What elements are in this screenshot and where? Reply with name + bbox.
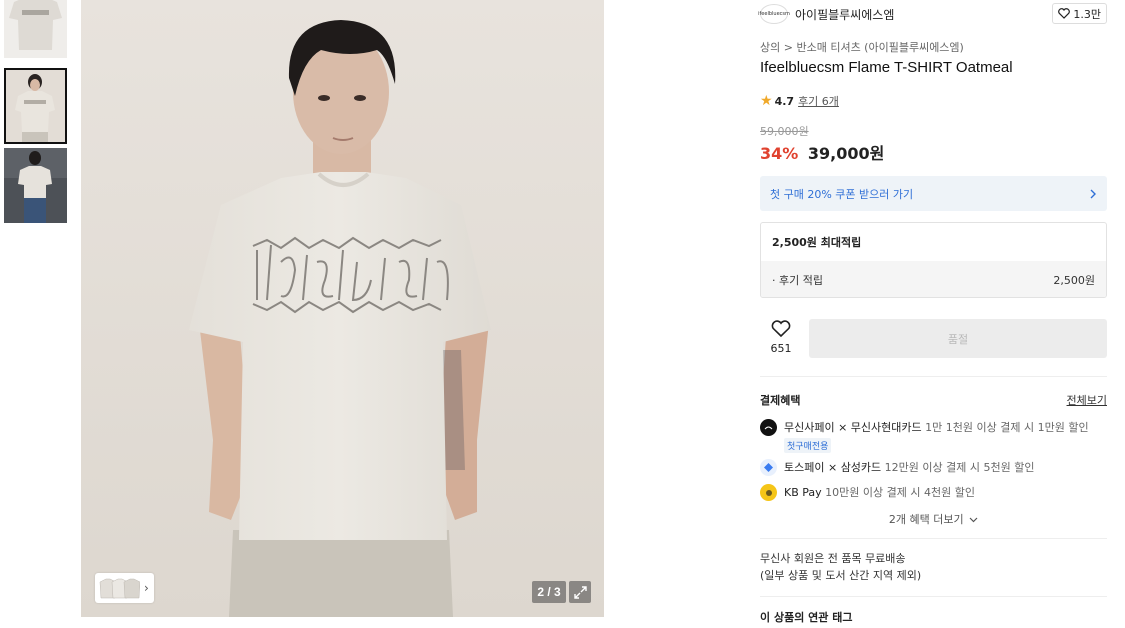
divider bbox=[760, 538, 1107, 539]
related-tags-title: 이 상품의 연관 태그 bbox=[760, 611, 853, 624]
thumbnail-3[interactable] bbox=[4, 148, 67, 223]
payment-benefits-header: 결제혜택 전체보기 bbox=[760, 392, 1107, 408]
model-outdoor-image bbox=[4, 148, 67, 223]
coupon-label: 첫 구매 20% 쿠폰 받으러 가기 bbox=[770, 187, 914, 201]
divider bbox=[760, 376, 1107, 377]
brand-like-button[interactable]: 1.3만 bbox=[1052, 3, 1107, 24]
brand-like-count: 1.3만 bbox=[1073, 7, 1101, 21]
rating-row: ★ 4.7 후기 6개 bbox=[760, 93, 839, 109]
heart-icon bbox=[771, 320, 791, 338]
tshirt-flat-image bbox=[4, 0, 67, 58]
brand-logo[interactable]: ifeelbluecsm bbox=[758, 4, 790, 24]
thumbnail-1[interactable] bbox=[4, 0, 67, 58]
wishlist-button[interactable]: 651 bbox=[760, 320, 802, 358]
chevron-down-icon bbox=[969, 517, 978, 523]
benefit-desc: 12만원 이상 결제 시 5천원 할인 bbox=[884, 461, 1035, 474]
expand-button[interactable] bbox=[569, 581, 591, 603]
benefit-desc: 10만원 이상 결제 시 4천원 할인 bbox=[825, 486, 975, 499]
sold-out-button[interactable]: 품절 bbox=[809, 319, 1107, 358]
reviews-link[interactable]: 후기 6개 bbox=[798, 93, 839, 109]
benefit-item: KB Pay 10만원 이상 결제 시 4천원 할인 bbox=[760, 484, 975, 501]
thumbnail-2-selected[interactable] bbox=[4, 68, 67, 144]
heart-icon bbox=[1058, 8, 1071, 19]
model-photo bbox=[81, 0, 604, 617]
breadcrumb-subcategory[interactable]: 반소매 티셔츠 (아이필블루씨에스엠) bbox=[796, 41, 963, 54]
rating-score: 4.7 bbox=[774, 94, 795, 108]
expand-icon bbox=[573, 585, 587, 599]
chevron-right-icon bbox=[1090, 189, 1096, 198]
gallery-mini-thumbnail[interactable]: › bbox=[95, 573, 154, 603]
toss-pay-icon bbox=[760, 459, 777, 476]
see-all-link[interactable]: 전체보기 bbox=[1067, 392, 1107, 408]
image-counter: 2 / 3 bbox=[532, 581, 566, 603]
payment-benefits-title: 결제혜택 bbox=[760, 394, 801, 407]
discount-rate: 34% bbox=[760, 144, 799, 163]
coupon-banner[interactable]: 첫 구매 20% 쿠폰 받으러 가기 bbox=[760, 176, 1107, 211]
points-review-value: 2,500원 bbox=[1053, 273, 1095, 287]
points-review-label: · 후기 적립 bbox=[772, 273, 823, 287]
shipping-line-1: 무신사 회원은 전 품목 무료배송 bbox=[760, 552, 906, 565]
benefit-brand: KB Pay bbox=[784, 486, 822, 499]
more-benefits-label: 2개 혜택 더보기 bbox=[888, 513, 964, 526]
benefit-item: 토스페이 × 삼성카드 12만원 이상 결제 시 5천원 할인 bbox=[760, 459, 1034, 476]
kb-pay-icon bbox=[760, 484, 777, 501]
model-front-image bbox=[6, 70, 65, 142]
benefit-brand: 무신사페이 × 무신사현대카드 bbox=[784, 421, 922, 434]
brand-name[interactable]: 아이필블루씨에스엠 bbox=[795, 6, 894, 23]
price-row: 34% 39,000원 bbox=[760, 140, 884, 164]
main-product-image[interactable]: › 2 / 3 bbox=[81, 0, 604, 617]
more-benefits-button[interactable]: 2개 혜택 더보기 bbox=[760, 511, 1107, 527]
shipping-line-2: (일부 상품 및 도서 산간 지역 제외) bbox=[760, 569, 922, 582]
chevron-right-icon: › bbox=[144, 581, 149, 595]
breadcrumb-category[interactable]: 상의 bbox=[760, 41, 780, 54]
original-price: 59,000원 bbox=[760, 125, 809, 138]
points-max: 2,500원 최대적립 bbox=[772, 236, 862, 249]
divider bbox=[760, 596, 1107, 597]
points-box: 2,500원 최대적립 · 후기 적립 2,500원 bbox=[760, 222, 1107, 298]
benefit-brand: 토스페이 × 삼성카드 bbox=[784, 461, 882, 474]
musinsa-pay-icon bbox=[760, 419, 777, 436]
breadcrumb-separator: > bbox=[783, 41, 793, 54]
tshirt-variants-icon bbox=[99, 578, 140, 599]
points-review-row: · 후기 적립 2,500원 bbox=[761, 261, 1106, 297]
benefit-tag: 첫구매전용 bbox=[784, 438, 832, 453]
product-title: Ifeelbluecsm Flame T-SHIRT Oatmeal bbox=[760, 59, 1013, 76]
star-icon: ★ bbox=[760, 93, 773, 109]
benefit-desc: 1만 1천원 이상 결제 시 1만원 할인 bbox=[925, 421, 1089, 434]
benefit-item: 무신사페이 × 무신사현대카드 1만 1천원 이상 결제 시 1만원 할인 첫구… bbox=[760, 419, 1089, 453]
sale-price: 39,000원 bbox=[807, 144, 885, 163]
shipping-info: 무신사 회원은 전 품목 무료배송 (일부 상품 및 도서 산간 지역 제외) bbox=[760, 550, 921, 584]
wishlist-count: 651 bbox=[770, 342, 792, 355]
brand-row[interactable]: ifeelbluecsm 아이필블루씨에스엠 1.3만 bbox=[758, 3, 1107, 25]
breadcrumb: 상의 > 반소매 티셔츠 (아이필블루씨에스엠) bbox=[760, 39, 964, 55]
